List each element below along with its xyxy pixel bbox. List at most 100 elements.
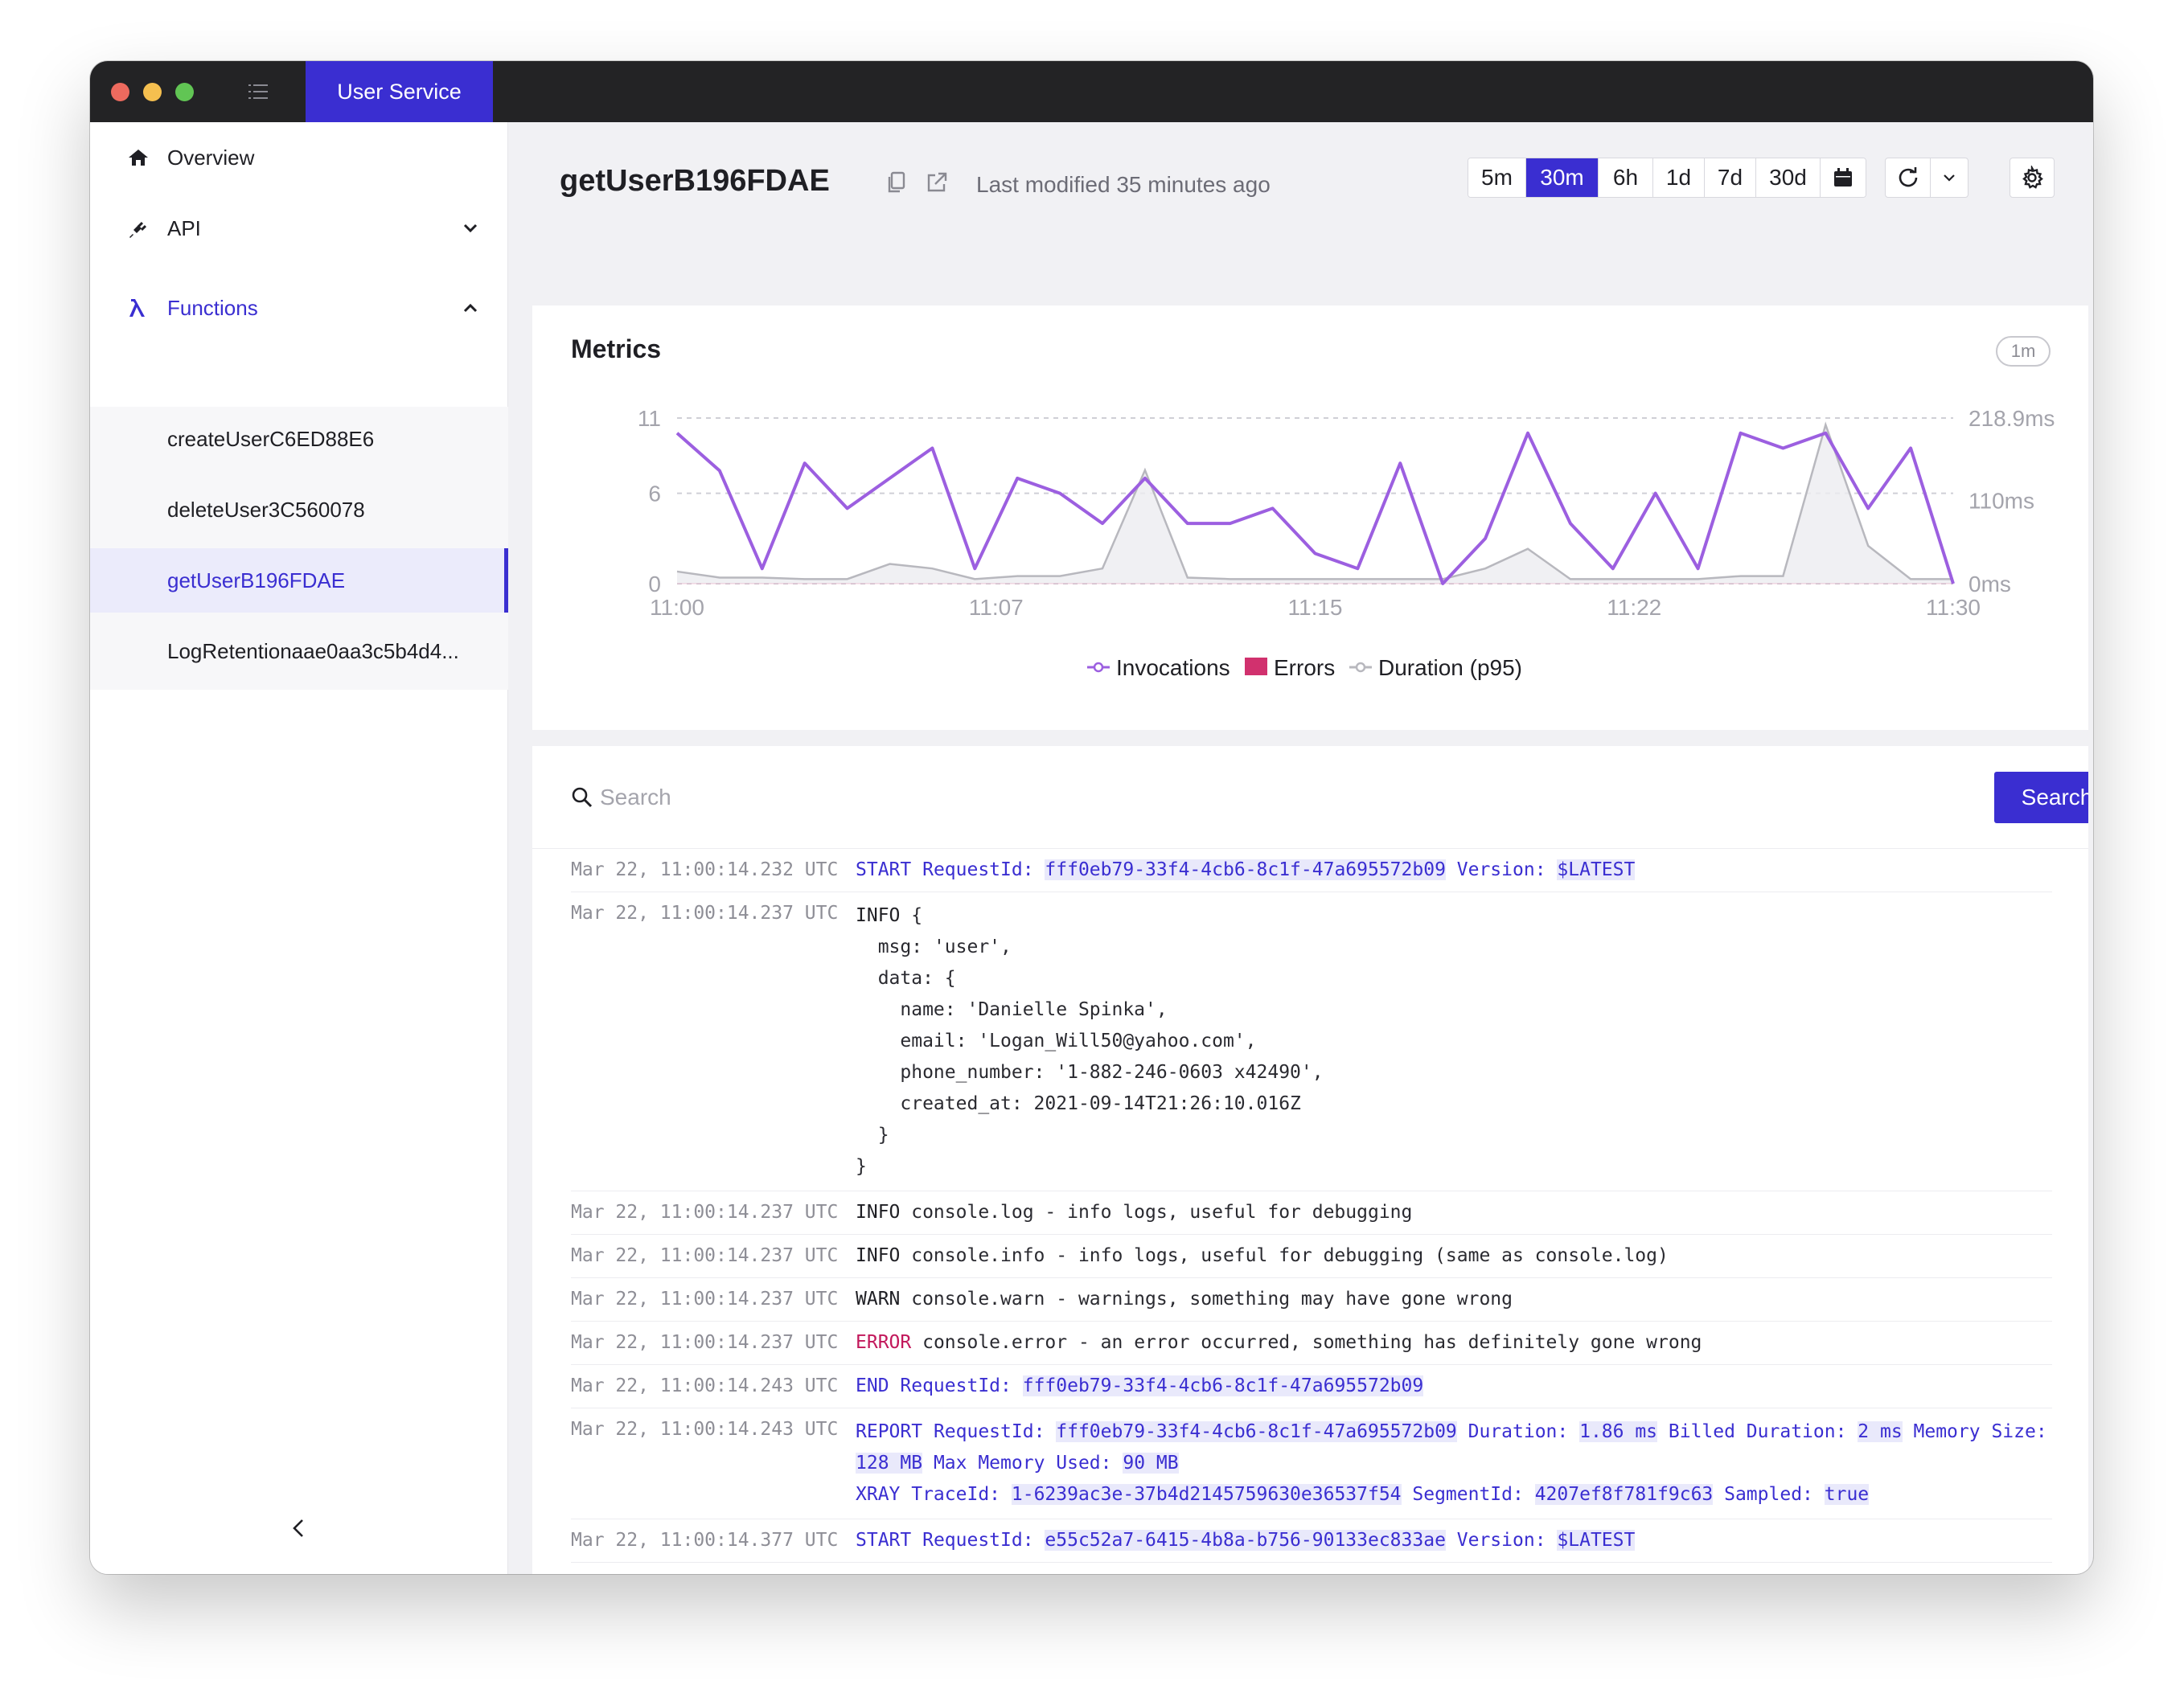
log-entry[interactable]: Mar 22, 11:00:14.237 UTC WARN console.war…: [571, 1278, 2052, 1322]
log-level: INFO: [856, 1573, 900, 1574]
sidebar-item-label: Functions: [167, 295, 258, 320]
home-icon: [127, 146, 150, 169]
search-input[interactable]: [600, 778, 1726, 817]
sidebar-item-api[interactable]: API: [90, 193, 508, 264]
refresh-interval-dropdown[interactable]: [1931, 158, 1968, 197]
duration-area: [677, 424, 1953, 584]
log-field-key: Memory Size:: [1902, 1421, 2059, 1442]
functions-list: createUserC6ED88E6 deleteUser3C560078 ge…: [90, 407, 508, 690]
log-field-key: Max Memory Used:: [922, 1453, 1123, 1474]
log-timestamp: Mar 22, 11:00:14.386 UTC: [571, 1571, 856, 1574]
log-message: INFO console.log - info logs, useful for…: [856, 1199, 2052, 1226]
search-button[interactable]: Search: [1994, 772, 2088, 823]
x-tick-label: 11:15: [1288, 595, 1343, 620]
log-text: console.log - info logs, useful for debu…: [900, 1202, 1413, 1223]
log-field-key: Duration:: [1456, 1421, 1580, 1442]
collapse-sidebar-icon[interactable]: [287, 1516, 311, 1540]
maximize-window-button[interactable]: [175, 83, 194, 101]
log-entry[interactable]: Mar 22, 11:00:14.386 UTCINFO {: [571, 1563, 2052, 1574]
log-field-key: RequestId:: [889, 1375, 1023, 1396]
log-timestamp: Mar 22, 11:00:14.243 UTC: [571, 1419, 839, 1440]
main-content: getUserB196FDAE Last modified 35 minutes…: [508, 122, 2093, 1574]
log-field-key: SegmentId:: [1401, 1484, 1535, 1505]
y-right-tick-label: 218.9ms: [1968, 406, 2055, 431]
log-timestamp: Mar 22, 11:00:14.237 UTC: [571, 903, 839, 924]
legend-duration-dot: [1355, 662, 1366, 673]
x-tick-label: 11:00: [650, 595, 704, 620]
log-level: INFO: [856, 1245, 901, 1266]
range-1d-button[interactable]: 1d: [1653, 158, 1705, 197]
chevron-up-icon[interactable]: [462, 299, 479, 317]
legend-duration-label: Duration (p95): [1378, 655, 1522, 680]
sidebar: Overview API Functions createUserC6ED88E…: [90, 122, 508, 1574]
range-6h-button[interactable]: 6h: [1599, 158, 1653, 197]
log-message: WARN console.warn - warnings, something …: [856, 1286, 2052, 1313]
range-30m-button[interactable]: 30m: [1526, 158, 1599, 197]
log-entry[interactable]: Mar 22, 11:00:14.232 UTC START RequestId:…: [571, 849, 2052, 892]
plug-icon: [127, 217, 150, 240]
function-item[interactable]: deleteUser3C560078: [90, 478, 508, 542]
function-item[interactable]: LogRetentionaae0aa3c5b4d4...: [90, 619, 508, 683]
log-message: REPORT RequestId: fff0eb79-33f4-4cb6-8c1…: [856, 1416, 2052, 1511]
chevron-down-icon: [1944, 174, 1955, 182]
log-field-key: Version:: [1445, 859, 1558, 880]
log-entry[interactable]: Mar 22, 11:00:14.237 UTC INFO console.inf…: [571, 1235, 2052, 1278]
sidebar-item-functions[interactable]: Functions: [90, 264, 508, 352]
log-entry[interactable]: Mar 22, 11:00:14.237 UTC INFO { msg: 'use…: [571, 892, 2052, 1191]
function-item-selected[interactable]: getUserB196FDAE: [90, 548, 508, 613]
log-field-key: RequestId:: [911, 1530, 1045, 1551]
log-entry[interactable]: Mar 22, 11:00:14.237 UTC INFO console.log…: [571, 1191, 2052, 1235]
chevron-down-icon[interactable]: [462, 219, 479, 237]
log-message: INFO { msg: 'user', data: { name: 'Danie…: [856, 900, 2052, 1183]
y-left-tick-label: 6: [648, 482, 661, 506]
log-field-value: 128 MB: [856, 1453, 923, 1474]
log-message: START RequestId: e55c52a7-6415-4b8a-b756…: [856, 1527, 2052, 1554]
function-item[interactable]: createUserC6ED88E6: [90, 407, 508, 471]
log-field-key: Billed Duration:: [1657, 1421, 1858, 1442]
duration-series-line: [676, 421, 1953, 580]
log-entry[interactable]: Mar 22, 11:00:14.243 UTC END RequestId: f…: [571, 1365, 2052, 1408]
log-timestamp: Mar 22, 11:00:14.237 UTC: [571, 1289, 839, 1310]
log-list: Mar 22, 11:00:14.232 UTC START RequestId:…: [571, 849, 2052, 1574]
range-7d-button[interactable]: 7d: [1705, 158, 1756, 197]
calendar-button[interactable]: [1821, 158, 1866, 197]
lambda-icon: [127, 297, 150, 319]
x-tick-label: 11:07: [969, 595, 1024, 620]
log-timestamp: Mar 22, 11:00:14.237 UTC: [571, 1245, 839, 1266]
range-30d-button[interactable]: 30d: [1756, 158, 1821, 197]
sidebar-item-overview[interactable]: Overview: [90, 122, 508, 193]
tab-user-service[interactable]: User Service: [306, 61, 493, 122]
minimize-window-button[interactable]: [143, 83, 162, 101]
title-bar: User Service: [90, 61, 2093, 122]
settings-button[interactable]: [2010, 158, 2055, 198]
copy-icon[interactable]: [886, 170, 907, 195]
log-level: ERROR: [856, 1332, 912, 1353]
log-search-bar: Search: [532, 746, 2088, 849]
logs-card: Search Mar 22, 11:00:14.232 UTC START Req…: [532, 746, 2088, 1574]
log-timestamp: Mar 22, 11:00:14.237 UTC: [571, 1202, 839, 1223]
log-timestamp: Mar 22, 11:00:14.243 UTC: [571, 1375, 839, 1396]
log-field-value: e55c52a7-6415-4b8a-b756-90133ec833ae: [1045, 1530, 1446, 1551]
refresh-button[interactable]: [1886, 158, 1931, 197]
log-field-key: RequestId:: [922, 1421, 1057, 1442]
legend-invocations-dot: [1093, 662, 1104, 673]
log-entry[interactable]: Mar 22, 11:00:14.243 UTC REPORT RequestId…: [571, 1408, 2052, 1519]
log-entry[interactable]: Mar 22, 11:00:14.377 UTC START RequestId:…: [571, 1519, 2052, 1563]
external-link-icon[interactable]: [925, 170, 949, 195]
refresh-control: [1885, 158, 1968, 198]
log-field-value: fff0eb79-33f4-4cb6-8c1f-47a695572b09: [1056, 1421, 1457, 1442]
log-field-key: Sampled:: [1713, 1484, 1825, 1505]
app-window: User Service Overview API Functions crea…: [90, 61, 2093, 1574]
log-level: START: [856, 1530, 912, 1551]
log-message: INFO {: [856, 1571, 2052, 1574]
close-window-button[interactable]: [111, 83, 129, 101]
sidebar-item-label: API: [167, 215, 201, 240]
log-timestamp: Mar 22, 11:00:14.377 UTC: [571, 1530, 839, 1551]
log-level: INFO: [856, 1202, 901, 1223]
log-level: START: [856, 859, 912, 880]
log-entry[interactable]: Mar 22, 11:00:14.237 UTC ERROR console.er…: [571, 1322, 2052, 1365]
log-timestamp: Mar 22, 11:00:14.232 UTC: [571, 859, 839, 880]
range-5m-button[interactable]: 5m: [1468, 158, 1526, 197]
list-menu-icon[interactable]: [248, 82, 269, 101]
y-right-tick-label: 0ms: [1968, 572, 2011, 596]
